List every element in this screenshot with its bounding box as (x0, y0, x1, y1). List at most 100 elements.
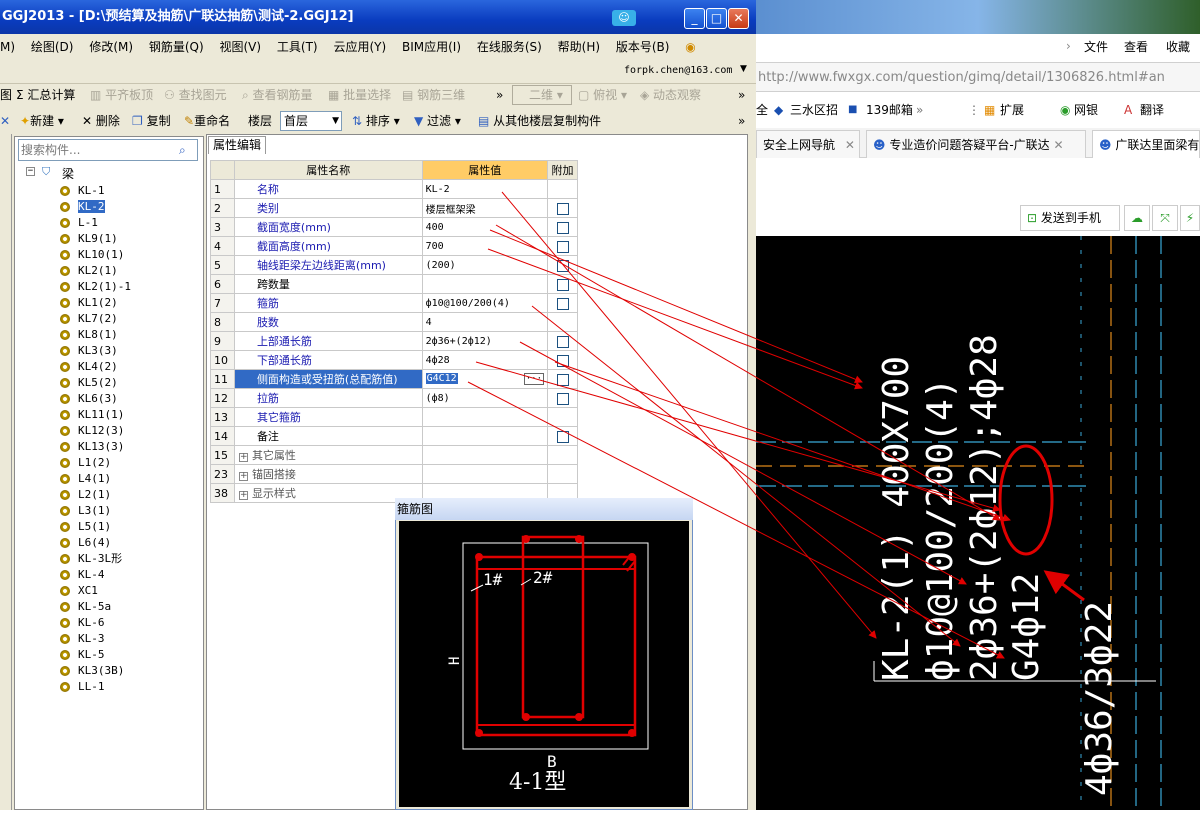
close-pane-icon[interactable]: ✕ (0, 110, 10, 132)
grid-row[interactable]: 9 上部通长筋 2ф36+(2ф12) (210, 331, 578, 351)
tree-item[interactable]: KL2(1) (60, 263, 118, 279)
tree-item[interactable]: KL-6 (60, 615, 105, 631)
tree-item[interactable]: KL12(3) (60, 423, 124, 439)
grid-row[interactable]: 23 + 锚固搭接 (210, 464, 578, 484)
property-value[interactable]: 4 (421, 312, 549, 332)
property-value[interactable]: KL-2 (421, 179, 549, 199)
orbit-button[interactable]: ◈ 动态观察 (640, 84, 701, 106)
tree-item[interactable]: KL1(2) (60, 295, 118, 311)
tree-item[interactable]: L3(1) (60, 503, 111, 519)
more-icon[interactable]: » (738, 110, 745, 132)
menu-view[interactable]: 视图(V) (220, 40, 262, 54)
property-value[interactable]: 4ф28 (421, 350, 549, 370)
top-view-button[interactable]: ▢ 俯视 ▾ (578, 84, 627, 106)
menu-view[interactable]: 查看 (1124, 38, 1148, 55)
close-button[interactable]: ✕ (728, 8, 749, 29)
grid-row[interactable]: 10 下部通长筋 4ф28 (210, 350, 578, 370)
view-mode-select[interactable]: 二维 ▾ (512, 85, 572, 105)
property-name[interactable]: + 显示样式 (233, 483, 423, 503)
property-name[interactable]: 跨数量 (233, 274, 423, 294)
checkbox[interactable] (556, 259, 569, 272)
grid-row[interactable]: 4 截面高度(mm) 700 (210, 236, 578, 256)
property-value[interactable]: 700 (421, 236, 549, 256)
sort-button[interactable]: ⇅ 排序 ▾ (352, 110, 400, 132)
tab-property-edit[interactable]: 属性编辑 (208, 136, 266, 154)
grid-row[interactable]: 13 其它箍筋 (210, 407, 578, 427)
tree-item[interactable]: XC1 (60, 583, 98, 599)
property-name[interactable]: 上部通长筋 (233, 331, 423, 351)
menu-cloud[interactable]: 云应用(Y) (333, 40, 386, 54)
close-icon[interactable]: ✕ (1054, 138, 1064, 152)
property-value[interactable]: 400 (421, 217, 549, 237)
tab-current[interactable]: ☻ 广联达里面梁有 (1092, 130, 1200, 158)
menu-draw[interactable]: 绘图(D) (31, 40, 74, 54)
tree-item[interactable]: KL2(1)-1 (60, 279, 131, 295)
menu-bim[interactable]: BIM应用(I) (402, 40, 461, 54)
ellipsis-button[interactable]: ··· (523, 373, 544, 385)
grid-row[interactable]: 15 + 其它属性 (210, 445, 578, 465)
property-value[interactable]: G4C12 ··· (421, 369, 549, 389)
checkbox[interactable] (556, 202, 569, 215)
checkbox[interactable] (556, 430, 569, 443)
grid-row[interactable]: 11 侧面构造或受扭筋(总配筋值) G4C12 ··· (210, 369, 578, 389)
minimize-button[interactable]: _ (684, 8, 705, 29)
fav-item-3[interactable]: 扩展 (1000, 94, 1024, 126)
tab-question[interactable]: ☻ 专业造价问题答疑平台-广联达 ✕ (866, 130, 1086, 158)
checkbox[interactable] (556, 373, 569, 386)
checkbox[interactable] (556, 335, 569, 348)
tree-item[interactable]: L-1 (60, 215, 98, 231)
property-name[interactable]: 类别 (233, 198, 423, 218)
cloud-icon[interactable]: ☁ (1124, 205, 1150, 231)
tree-item[interactable]: KL-3 (60, 631, 105, 647)
expand-icon[interactable]: + (238, 491, 248, 500)
expand-icon[interactable]: + (238, 453, 248, 462)
find-button[interactable]: ⚇ 查找图元 (164, 84, 227, 106)
filter-button[interactable]: ▼ 过滤 ▾ (414, 110, 461, 132)
more-icon[interactable]: » (916, 94, 923, 126)
tree-item[interactable]: KL4(2) (60, 359, 118, 375)
tree-item[interactable]: KL-1 (60, 183, 105, 199)
property-name[interactable]: 拉筋 (233, 388, 423, 408)
grid-button[interactable]: 图 (0, 84, 12, 106)
chevron-down-icon[interactable]: ▼ (740, 64, 747, 74)
new-button[interactable]: ✦新建 ▾ (20, 110, 64, 132)
tree-item[interactable]: KL3(3B) (60, 663, 124, 679)
fav-item-0[interactable]: 全 (756, 94, 768, 126)
view-rebar-button[interactable]: ⌕ 查看钢筋量 (242, 84, 313, 106)
tree-item[interactable]: L5(1) (60, 519, 111, 535)
property-name[interactable]: 箍筋 (233, 293, 423, 313)
menu-tools[interactable]: 工具(T) (277, 40, 318, 54)
property-name[interactable]: 截面宽度(mm) (233, 217, 423, 237)
tree-item[interactable]: KL11(1) (60, 407, 124, 423)
grid-row[interactable]: 12 拉筋 (ф8) (210, 388, 578, 408)
checkbox[interactable] (556, 392, 569, 405)
tree-item[interactable]: KL6(3) (60, 391, 118, 407)
property-name[interactable]: 备注 (233, 426, 423, 446)
property-value[interactable] (421, 274, 549, 294)
grid-row[interactable]: 14 备注 (210, 426, 578, 446)
address-url[interactable]: http://www.fwxgx.com/question/gimq/detai… (758, 70, 1165, 85)
send-to-phone-button[interactable]: ⊡ 发送到手机 (1020, 205, 1120, 231)
tree-item[interactable]: KL7(2) (60, 311, 118, 327)
property-value[interactable]: (200) (421, 255, 549, 275)
tree-item[interactable]: KL5(2) (60, 375, 118, 391)
property-name[interactable]: 肢数 (233, 312, 423, 332)
property-name[interactable]: 侧面构造或受扭筋(总配筋值) (233, 369, 423, 389)
tree-item[interactable]: KL9(1) (60, 231, 118, 247)
tree-item[interactable]: KL-2 (60, 199, 105, 215)
checkbox[interactable] (556, 278, 569, 291)
sum-button[interactable]: Σ 汇总计算 (16, 84, 75, 106)
tree-item[interactable]: KL-3L形 (60, 551, 122, 567)
property-name[interactable]: + 锚固搭接 (233, 464, 423, 484)
property-value[interactable]: 楼层框架梁 (421, 198, 549, 218)
tree-item[interactable]: L4(1) (60, 471, 111, 487)
fullscreen-icon[interactable]: ⤧ (1152, 205, 1178, 231)
checkbox[interactable] (556, 297, 569, 310)
menu-favorites[interactable]: 收藏 (1166, 38, 1190, 55)
menu-item[interactable]: M) (0, 40, 15, 54)
batch-select-button[interactable]: ▦ 批量选择 (328, 84, 391, 106)
collapse-icon[interactable]: − (26, 167, 35, 176)
property-value[interactable] (421, 407, 549, 427)
tree-item[interactable]: KL10(1) (60, 247, 124, 263)
tree-item[interactable]: L1(2) (60, 455, 111, 471)
